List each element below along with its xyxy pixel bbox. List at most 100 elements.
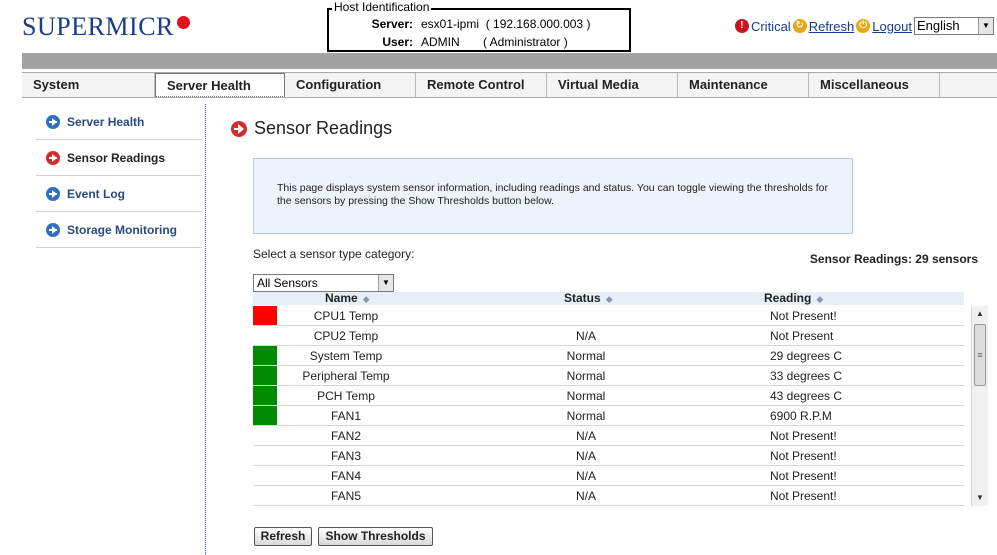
category-select-label: Select a sensor type category:: [253, 247, 415, 261]
refresh-link[interactable]: Refresh: [809, 19, 855, 34]
sidebar-item-label: Storage Monitoring: [67, 222, 177, 237]
chevron-down-icon[interactable]: ▼: [378, 275, 393, 291]
sensor-category-value: All Sensors: [257, 276, 318, 290]
logo-text: SUPERMICR: [22, 12, 174, 41]
sidebar-item-event-log[interactable]: Event Log: [36, 176, 202, 212]
tab-spacer: [940, 73, 997, 97]
sensor-name: FAN3: [330, 449, 361, 463]
sidebar: Server Health Sensor Readings Event Log …: [36, 104, 202, 248]
tab-system[interactable]: System: [22, 73, 155, 97]
sensor-name: CPU2 Temp: [313, 329, 379, 343]
sidebar-divider: [205, 104, 206, 555]
scroll-down-icon[interactable]: ▼: [972, 490, 988, 506]
supermicro-logo: SUPERMICR: [22, 12, 190, 42]
sensor-name: FAN5: [330, 489, 361, 503]
host-identification-legend: Host Identification: [332, 0, 432, 14]
sensor-reading: 29 degrees C: [770, 349, 843, 363]
tab-virtual-media[interactable]: Virtual Media: [547, 73, 678, 97]
sidebar-item-label: Sensor Readings: [67, 150, 166, 165]
refresh-button[interactable]: Refresh: [254, 527, 312, 546]
table-body: CPU1 Temp Not Present! CPU2 Temp N/A Not Pre…: [253, 306, 964, 506]
sensor-reading: Not Present!: [770, 449, 837, 463]
table-scrollbar[interactable]: ▲ ≡ ▼: [971, 306, 988, 506]
column-header-reading[interactable]: Reading ◆: [764, 291, 823, 305]
sensor-name: Peripheral Temp: [302, 369, 390, 383]
critical-icon[interactable]: !: [734, 19, 749, 33]
sidebar-item-label: Event Log: [67, 186, 126, 201]
language-value: English: [917, 18, 960, 33]
table-row: FAN2 N/A Not Present!: [253, 426, 964, 446]
logout-icon[interactable]: ⏻: [856, 19, 871, 33]
sensor-status: Normal: [566, 389, 606, 403]
table-row: System Temp Normal 29 degrees C: [253, 346, 964, 366]
page-title-text: Sensor Readings: [254, 118, 393, 138]
sensor-name: System Temp: [309, 349, 383, 363]
sensor-name: FAN1: [330, 409, 361, 423]
sensor-reading: Not Present!: [770, 309, 837, 323]
status-indicator: [253, 466, 277, 485]
sensor-reading: 6900 R.P.M: [770, 409, 832, 423]
arrow-right-icon: [46, 222, 60, 237]
tab-configuration[interactable]: Configuration: [285, 73, 416, 97]
status-indicator: [253, 426, 277, 445]
column-header-label: Status: [564, 291, 601, 305]
sensor-status: Normal: [566, 409, 606, 423]
column-header-label: Name: [325, 291, 358, 305]
column-header-name[interactable]: Name ◆: [325, 291, 370, 305]
sensor-reading: 33 degrees C: [770, 369, 843, 383]
host-identification: Host Identification Server: esx01-ipmi (…: [327, 1, 631, 52]
status-indicator: [253, 366, 277, 385]
main-nav: System Server Health Configuration Remot…: [22, 72, 997, 98]
arrow-right-icon: [46, 114, 60, 129]
tab-miscellaneous[interactable]: Miscellaneous: [809, 73, 940, 97]
scroll-up-icon[interactable]: ▲: [972, 306, 988, 322]
status-indicator: [253, 406, 277, 425]
sort-icon: ◆: [605, 294, 613, 304]
show-thresholds-button[interactable]: Show Thresholds: [318, 527, 433, 546]
table-row: CPU1 Temp Not Present!: [253, 306, 964, 326]
table-row: FAN5 N/A Not Present!: [253, 486, 964, 506]
status-indicator: [253, 306, 277, 325]
critical-label[interactable]: Critical: [751, 19, 791, 34]
sensor-category-select[interactable]: All Sensors ▼: [253, 274, 394, 292]
logout-link[interactable]: Logout: [872, 19, 912, 34]
sensor-count: Sensor Readings: 29 sensors: [809, 252, 978, 266]
refresh-icon[interactable]: ↻: [792, 19, 807, 33]
tab-server-health[interactable]: Server Health: [155, 73, 285, 97]
sidebar-item-server-health[interactable]: Server Health: [36, 104, 202, 140]
column-header-status[interactable]: Status ◆: [564, 291, 613, 305]
sidebar-item-storage-monitoring[interactable]: Storage Monitoring: [36, 212, 202, 248]
top-right-controls: ! Critical ↻ Refresh ⏻ Logout English ▼: [734, 17, 994, 35]
language-select[interactable]: English ▼: [914, 17, 994, 35]
sensor-name: PCH Temp: [317, 389, 375, 403]
sidebar-item-sensor-readings[interactable]: Sensor Readings: [36, 140, 202, 176]
sensor-reading: Not Present!: [770, 469, 837, 483]
table-row: CPU2 Temp N/A Not Present: [253, 326, 964, 346]
logo-dot-icon: [176, 16, 190, 29]
sensor-name: FAN2: [330, 429, 361, 443]
tab-remote-control[interactable]: Remote Control: [416, 73, 547, 97]
sensor-reading: Not Present!: [770, 489, 837, 503]
sensor-status: Normal: [566, 349, 606, 363]
table-row: FAN4 N/A Not Present!: [253, 466, 964, 486]
sensor-reading: Not Present!: [770, 429, 837, 443]
sensor-reading: 43 degrees C: [770, 389, 843, 403]
column-header-label: Reading: [764, 291, 812, 305]
sensor-name: CPU1 Temp: [313, 309, 379, 323]
scroll-thumb[interactable]: ≡: [974, 324, 986, 386]
tab-maintenance[interactable]: Maintenance: [678, 73, 809, 97]
user-value: ADMIN ( Administrator ): [421, 35, 568, 49]
table-row: FAN3 N/A Not Present!: [253, 446, 964, 466]
status-indicator: [253, 446, 277, 465]
server-label: Server:: [371, 17, 413, 31]
sensor-status: N/A: [575, 469, 596, 483]
table-row: Peripheral Temp Normal 33 degrees C: [253, 366, 964, 386]
arrow-right-icon: [46, 150, 60, 165]
sort-icon: ◆: [816, 294, 824, 304]
server-value: esx01-ipmi ( 192.168.000.003 ): [421, 17, 591, 31]
status-indicator: [253, 326, 277, 345]
table-row: FAN1 Normal 6900 R.P.M: [253, 406, 964, 426]
chevron-down-icon[interactable]: ▼: [978, 18, 993, 34]
sort-icon: ◆: [362, 294, 370, 304]
header-divider-bar: [22, 53, 997, 69]
